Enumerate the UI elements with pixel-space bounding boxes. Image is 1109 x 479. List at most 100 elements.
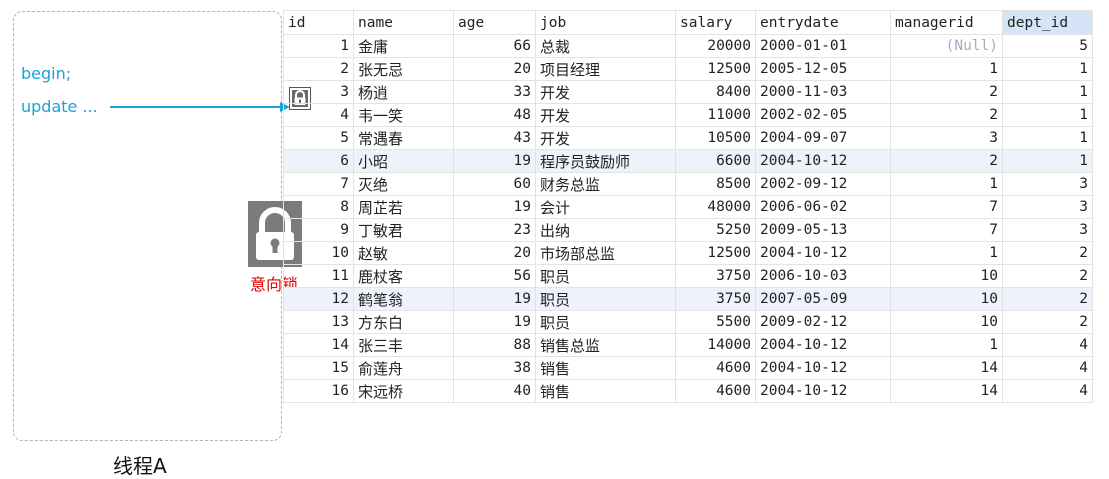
cell-name[interactable]: 方东白 <box>353 310 454 334</box>
cell-id[interactable]: 12 <box>283 287 354 311</box>
cell-name[interactable]: 周芷若 <box>353 195 454 219</box>
cell-age[interactable]: 88 <box>453 333 536 357</box>
table-row[interactable]: 10 赵敏 20 市场部总监 12500 2004-10-12 1 2 <box>283 241 1093 265</box>
cell-job[interactable]: 职员 <box>535 287 676 311</box>
cell-dept-id[interactable]: 1 <box>1002 103 1093 127</box>
cell-age[interactable]: 56 <box>453 264 536 288</box>
cell-id[interactable]: 6 <box>283 149 354 173</box>
cell-name[interactable]: 张三丰 <box>353 333 454 357</box>
cell-managerid[interactable]: 3 <box>890 126 1003 150</box>
cell-dept-id[interactable]: 1 <box>1002 57 1093 81</box>
cell-managerid[interactable]: 10 <box>890 287 1003 311</box>
table-row[interactable]: 2 张无忌 20 项目经理 12500 2005-12-05 1 1 <box>283 57 1093 81</box>
cell-id[interactable]: 16 <box>283 379 354 403</box>
cell-name[interactable]: 小昭 <box>353 149 454 173</box>
cell-dept-id[interactable]: 2 <box>1002 287 1093 311</box>
cell-entrydate[interactable]: 2002-09-12 <box>755 172 891 196</box>
cell-job[interactable]: 会计 <box>535 195 676 219</box>
cell-salary[interactable]: 5500 <box>675 310 756 334</box>
cell-job[interactable]: 市场部总监 <box>535 241 676 265</box>
cell-job[interactable]: 开发 <box>535 103 676 127</box>
column-header-age[interactable]: age <box>453 10 536 35</box>
cell-dept-id[interactable]: 2 <box>1002 264 1093 288</box>
cell-age[interactable]: 23 <box>453 218 536 242</box>
cell-managerid[interactable]: 10 <box>890 310 1003 334</box>
cell-entrydate[interactable]: 2004-10-12 <box>755 356 891 380</box>
cell-entrydate[interactable]: 2005-12-05 <box>755 57 891 81</box>
cell-entrydate[interactable]: 2004-09-07 <box>755 126 891 150</box>
cell-dept-id[interactable]: 4 <box>1002 356 1093 380</box>
cell-managerid[interactable]: 7 <box>890 218 1003 242</box>
cell-id[interactable]: 1 <box>283 34 354 58</box>
cell-dept-id[interactable]: 1 <box>1002 149 1093 173</box>
cell-dept-id[interactable]: 2 <box>1002 241 1093 265</box>
cell-age[interactable]: 19 <box>453 149 536 173</box>
cell-entrydate[interactable]: 2006-10-03 <box>755 264 891 288</box>
cell-dept-id[interactable]: 3 <box>1002 195 1093 219</box>
cell-age[interactable]: 20 <box>453 241 536 265</box>
cell-age[interactable]: 19 <box>453 195 536 219</box>
cell-managerid[interactable]: 1 <box>890 172 1003 196</box>
cell-id[interactable]: 7 <box>283 172 354 196</box>
cell-name[interactable]: 宋远桥 <box>353 379 454 403</box>
cell-entrydate[interactable]: 2004-10-12 <box>755 149 891 173</box>
cell-id[interactable]: 15 <box>283 356 354 380</box>
cell-managerid[interactable]: 1 <box>890 333 1003 357</box>
column-header-job[interactable]: job <box>535 10 676 35</box>
cell-id[interactable]: 10 <box>283 241 354 265</box>
cell-salary[interactable]: 3750 <box>675 264 756 288</box>
cell-dept-id[interactable]: 3 <box>1002 172 1093 196</box>
cell-job[interactable]: 财务总监 <box>535 172 676 196</box>
cell-entrydate[interactable]: 2004-10-12 <box>755 333 891 357</box>
cell-salary[interactable]: 12500 <box>675 57 756 81</box>
cell-entrydate[interactable]: 2007-05-09 <box>755 287 891 311</box>
cell-name[interactable]: 金庸 <box>353 34 454 58</box>
table-row[interactable]: 9 丁敏君 23 出纳 5250 2009-05-13 7 3 <box>283 218 1093 242</box>
cell-salary[interactable]: 6600 <box>675 149 756 173</box>
cell-salary[interactable]: 4600 <box>675 379 756 403</box>
cell-id[interactable]: 11 <box>283 264 354 288</box>
cell-managerid[interactable]: 14 <box>890 356 1003 380</box>
column-header-id[interactable]: id <box>283 10 354 35</box>
column-header-dept-id[interactable]: dept_id <box>1002 10 1093 35</box>
cell-name[interactable]: 灭绝 <box>353 172 454 196</box>
cell-name[interactable]: 鹿杖客 <box>353 264 454 288</box>
cell-id[interactable]: 4 <box>283 103 354 127</box>
cell-entrydate[interactable]: 2002-02-05 <box>755 103 891 127</box>
cell-age[interactable]: 38 <box>453 356 536 380</box>
cell-salary[interactable]: 4600 <box>675 356 756 380</box>
cell-age[interactable]: 19 <box>453 287 536 311</box>
table-row[interactable]: 8 周芷若 19 会计 48000 2006-06-02 7 3 <box>283 195 1093 219</box>
cell-entrydate[interactable]: 2000-11-03 <box>755 80 891 104</box>
table-row[interactable]: 5 常遇春 43 开发 10500 2004-09-07 3 1 <box>283 126 1093 150</box>
cell-job[interactable]: 销售 <box>535 356 676 380</box>
cell-dept-id[interactable]: 5 <box>1002 34 1093 58</box>
cell-job[interactable]: 开发 <box>535 126 676 150</box>
cell-id[interactable]: 14 <box>283 333 354 357</box>
cell-age[interactable]: 48 <box>453 103 536 127</box>
cell-dept-id[interactable]: 1 <box>1002 126 1093 150</box>
cell-age[interactable]: 66 <box>453 34 536 58</box>
cell-salary[interactable]: 14000 <box>675 333 756 357</box>
cell-age[interactable]: 43 <box>453 126 536 150</box>
cell-job[interactable]: 销售 <box>535 379 676 403</box>
cell-dept-id[interactable]: 1 <box>1002 80 1093 104</box>
cell-job[interactable]: 项目经理 <box>535 57 676 81</box>
cell-entrydate[interactable]: 2004-10-12 <box>755 379 891 403</box>
column-header-name[interactable]: name <box>353 10 454 35</box>
table-row[interactable]: 6 小昭 19 程序员鼓励师 6600 2004-10-12 2 1 <box>283 149 1093 173</box>
cell-dept-id[interactable]: 2 <box>1002 310 1093 334</box>
cell-job[interactable]: 程序员鼓励师 <box>535 149 676 173</box>
cell-name[interactable]: 俞莲舟 <box>353 356 454 380</box>
cell-job[interactable]: 职员 <box>535 264 676 288</box>
column-header-entrydate[interactable]: entrydate <box>755 10 891 35</box>
table-row[interactable]: 14 张三丰 88 销售总监 14000 2004-10-12 1 4 <box>283 333 1093 357</box>
cell-id[interactable]: 13 <box>283 310 354 334</box>
table-row[interactable]: 1 金庸 66 总裁 20000 2000-01-01 (Null) 5 <box>283 34 1093 58</box>
cell-managerid[interactable]: 1 <box>890 57 1003 81</box>
table-row[interactable]: 3 杨逍 33 开发 8400 2000-11-03 2 1 <box>283 80 1093 104</box>
cell-job[interactable]: 职员 <box>535 310 676 334</box>
cell-salary[interactable]: 10500 <box>675 126 756 150</box>
cell-job[interactable]: 出纳 <box>535 218 676 242</box>
cell-job[interactable]: 总裁 <box>535 34 676 58</box>
